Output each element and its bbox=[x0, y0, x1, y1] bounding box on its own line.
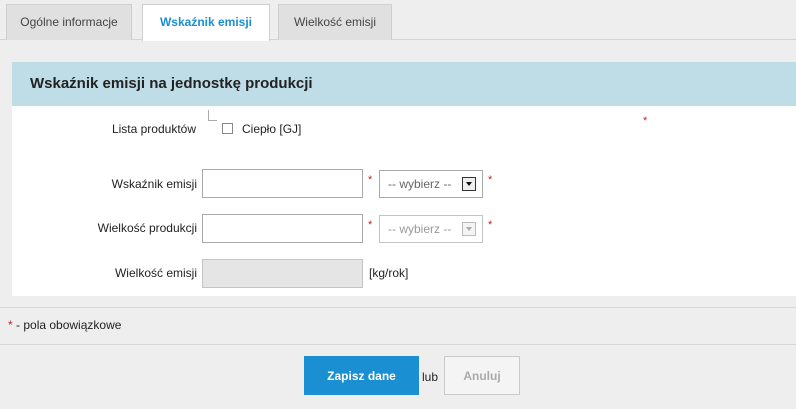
product-checkbox-heat-label[interactable]: Ciepło [GJ] bbox=[242, 122, 301, 136]
required-marker: * bbox=[368, 219, 373, 231]
tab-bar: Ogólne informacje Wskaźnik emisji Wielko… bbox=[0, 0, 796, 41]
required-marker: * bbox=[643, 115, 648, 127]
select-value: -- wybierz -- bbox=[388, 222, 452, 236]
production-volume-label: Wielkość produkcji bbox=[97, 221, 197, 235]
emission-factor-panel: Wskaźnik emisji na jednostkę produkcji L… bbox=[12, 62, 796, 296]
save-button[interactable]: Zapisz dane bbox=[304, 356, 419, 395]
required-marker: * bbox=[368, 174, 373, 186]
required-fields-text: - pola obowiązkowe bbox=[16, 318, 122, 332]
tab-emission-volume[interactable]: Wielkość emisji bbox=[278, 4, 392, 40]
select-value: -- wybierz -- bbox=[388, 177, 452, 191]
production-volume-unit-select[interactable]: -- wybierz -- bbox=[379, 215, 483, 243]
tab-general-info[interactable]: Ogólne informacje bbox=[6, 4, 132, 40]
divider bbox=[0, 344, 796, 345]
required-marker: * bbox=[488, 219, 493, 231]
or-text: lub bbox=[422, 370, 439, 384]
chevron-down-icon bbox=[462, 222, 476, 236]
tree-connector bbox=[208, 110, 217, 121]
tab-emission-factor[interactable]: Wskaźnik emisji bbox=[142, 4, 270, 41]
divider bbox=[0, 307, 796, 308]
product-list-label: Lista produktów bbox=[111, 122, 196, 136]
required-star: * bbox=[8, 318, 13, 332]
emission-volume-unit: [kg/rok] bbox=[369, 266, 409, 280]
panel-title: Wskaźnik emisji na jednostkę produkcji bbox=[12, 62, 796, 106]
required-fields-legend: * - pola obowiązkowe bbox=[8, 318, 121, 332]
emission-volume-label: Wielkość emisji bbox=[114, 266, 197, 280]
required-marker: * bbox=[488, 174, 493, 186]
product-checkbox-heat[interactable] bbox=[222, 123, 233, 134]
chevron-down-icon[interactable] bbox=[462, 177, 476, 191]
emission-factor-input[interactable] bbox=[202, 169, 363, 198]
emission-volume-output bbox=[202, 259, 363, 288]
emission-factor-label: Wskaźnik emisji bbox=[111, 177, 197, 191]
cancel-button[interactable]: Anuluj bbox=[444, 356, 520, 395]
emission-factor-unit-select[interactable]: -- wybierz -- bbox=[379, 170, 483, 198]
production-volume-input[interactable] bbox=[202, 214, 363, 243]
